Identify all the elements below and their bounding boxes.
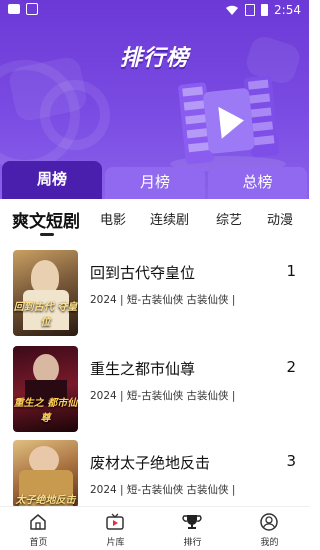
item-meta: 2024 | 短-古装仙侠 古装仙侠 | [90, 294, 236, 306]
bottom-nav: 首页 片库 排行 我的 [0, 506, 309, 550]
media-icon [8, 4, 20, 14]
period-tabs: 周榜 月榜 总榜 [0, 161, 309, 199]
nav-library[interactable]: 片库 [77, 507, 154, 550]
library-icon [106, 513, 124, 530]
tab-weekly[interactable]: 周榜 [2, 161, 102, 199]
nav-label: 片库 [106, 538, 125, 548]
category-active-indicator [40, 233, 54, 236]
home-icon [30, 514, 46, 530]
poster-image: 太子绝地反击 [13, 440, 78, 508]
poster-image: 回到古代 夺皇位 [13, 250, 78, 336]
category-variety[interactable]: 综艺 [216, 209, 242, 228]
poster-caption: 太子绝地反击 [15, 495, 76, 506]
category-series[interactable]: 连续剧 [150, 209, 189, 228]
category-movie[interactable]: 电影 [100, 209, 126, 228]
nav-label: 排行 [183, 538, 202, 548]
poster-caption: 重生之 都市仙尊 [13, 398, 78, 424]
item-title: 废材太子绝地反击 [90, 454, 211, 472]
gallery-icon [26, 3, 38, 15]
trophy-icon [182, 515, 202, 529]
list-item[interactable]: 回到古代 夺皇位 回到古代夺皇位 1 2024 | 短-古装仙侠 古装仙侠 | [0, 248, 309, 336]
nav-profile[interactable]: 我的 [231, 507, 308, 550]
item-rank: 3 [286, 452, 296, 470]
item-title: 重生之都市仙尊 [90, 360, 196, 378]
category-short-drama[interactable]: 爽文短剧 [12, 207, 80, 232]
nav-home[interactable]: 首页 [0, 507, 77, 550]
list-item[interactable]: 重生之 都市仙尊 重生之都市仙尊 2 2024 | 短-古装仙侠 古装仙侠 | [0, 344, 309, 432]
no-sim-icon [245, 4, 256, 16]
status-time: 2:54 [274, 3, 301, 17]
film-play-icon [170, 75, 286, 172]
status-bar: 2:54 [0, 0, 309, 22]
item-rank: 2 [286, 358, 296, 376]
nav-ranking[interactable]: 排行 [154, 507, 231, 550]
battery-icon [261, 4, 269, 16]
poster-image: 重生之 都市仙尊 [13, 346, 78, 432]
category-bar: 爽文短剧 电影 连续剧 综艺 动漫 [0, 199, 309, 243]
category-anime[interactable]: 动漫 [267, 209, 293, 228]
profile-icon [260, 513, 278, 531]
poster-caption: 回到古代 夺皇位 [13, 302, 78, 328]
item-meta: 2024 | 短-古装仙侠 古装仙侠 | [90, 484, 236, 496]
tab-monthly[interactable]: 月榜 [105, 167, 205, 199]
page-title: 排行榜 [119, 46, 189, 71]
nav-label: 首页 [29, 538, 48, 548]
nav-label: 我的 [260, 538, 279, 548]
item-rank: 1 [286, 262, 296, 280]
item-meta: 2024 | 短-古装仙侠 古装仙侠 | [90, 390, 236, 402]
tab-all-time[interactable]: 总榜 [208, 167, 307, 199]
wifi-icon [226, 5, 239, 15]
item-title: 回到古代夺皇位 [90, 264, 196, 282]
